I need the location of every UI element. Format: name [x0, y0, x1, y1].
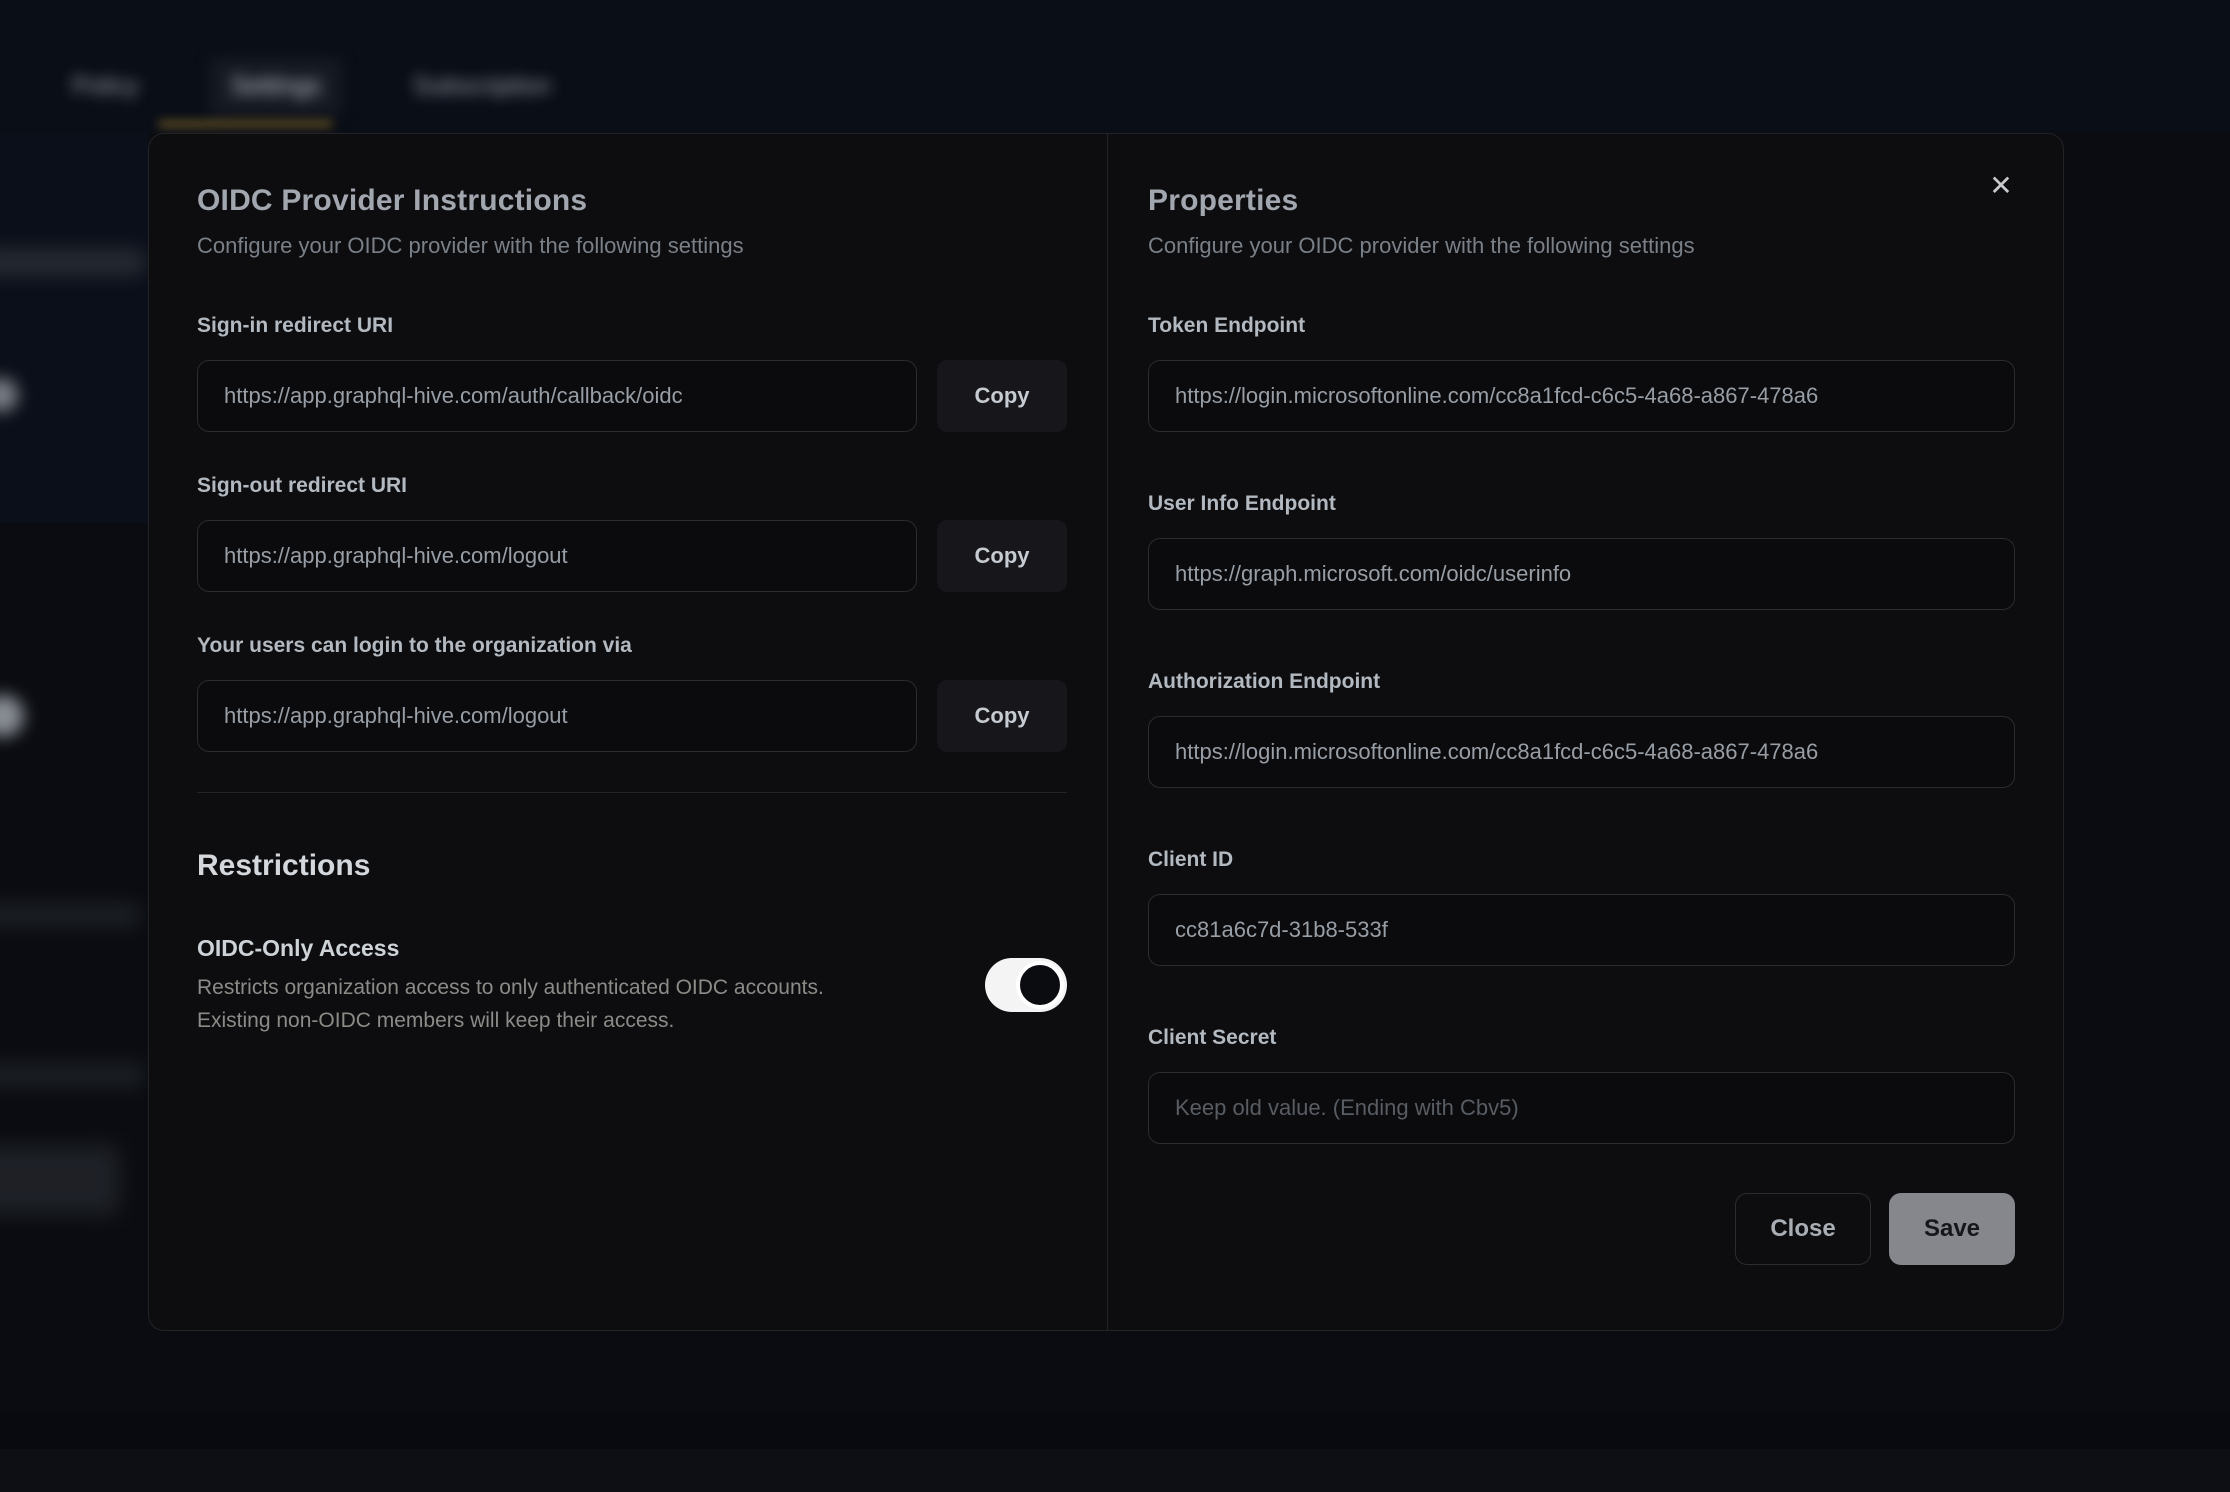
background-bottom-band	[0, 1413, 2230, 1449]
oidc-only-access-text: OIDC-Only Access Restricts organization …	[197, 933, 961, 1037]
oidc-instructions-column: OIDC Provider Instructions Configure you…	[149, 134, 1108, 1330]
tab-settings: Settings	[209, 58, 343, 115]
background-blur-text	[0, 248, 145, 276]
copy-login-via-button[interactable]: Copy	[937, 680, 1067, 752]
tab-policy: Policy	[50, 58, 161, 115]
oidc-only-access-row: OIDC-Only Access Restricts organization …	[197, 933, 1067, 1037]
client-secret-label: Client Secret	[1148, 1024, 2015, 1052]
active-tab-underline	[158, 120, 333, 128]
properties-title: Properties	[1148, 182, 2015, 220]
sign-out-redirect-row: Copy	[197, 520, 1067, 592]
copy-sign-in-button[interactable]: Copy	[937, 360, 1067, 432]
authorization-endpoint-label: Authorization Endpoint	[1148, 668, 2015, 696]
sign-out-redirect-input[interactable]	[197, 520, 917, 592]
login-via-label: Your users can login to the organization…	[197, 632, 1067, 660]
oidc-only-access-toggle[interactable]	[985, 958, 1067, 1012]
client-id-input[interactable]	[1148, 894, 2015, 966]
properties-column: Properties Configure your OIDC provider …	[1108, 134, 2063, 1330]
oidc-settings-modal: ✕ OIDC Provider Instructions Configure y…	[148, 133, 2064, 1331]
background-bottom-strip	[0, 1449, 2230, 1492]
user-info-endpoint-label: User Info Endpoint	[1148, 490, 2015, 518]
sign-in-redirect-input[interactable]	[197, 360, 917, 432]
copy-sign-out-button[interactable]: Copy	[937, 520, 1067, 592]
client-id-label: Client ID	[1148, 846, 2015, 874]
token-endpoint-label: Token Endpoint	[1148, 312, 2015, 340]
sign-in-redirect-label: Sign-in redirect URI	[197, 312, 1067, 340]
background-left-panel	[0, 133, 148, 523]
toggle-thumb	[1016, 961, 1064, 1009]
oidc-only-access-label: OIDC-Only Access	[197, 933, 961, 963]
restrictions-heading: Restrictions	[197, 847, 1067, 885]
description-line-1: Restricts organization access to only au…	[197, 976, 824, 999]
background-blur-button	[0, 1145, 120, 1215]
client-secret-input[interactable]	[1148, 1072, 2015, 1144]
background-blur-text	[0, 902, 140, 928]
token-endpoint-input[interactable]	[1148, 360, 2015, 432]
oidc-only-access-description: Restricts organization access to only au…	[197, 971, 961, 1037]
login-via-input[interactable]	[197, 680, 917, 752]
background-blur-dot	[0, 695, 24, 737]
sign-in-redirect-row: Copy	[197, 360, 1067, 432]
authorization-endpoint-input[interactable]	[1148, 716, 2015, 788]
section-divider	[197, 792, 1067, 793]
close-button[interactable]: Close	[1735, 1193, 1871, 1265]
user-info-endpoint-input[interactable]	[1148, 538, 2015, 610]
instructions-title: OIDC Provider Instructions	[197, 182, 1067, 220]
properties-subtitle: Configure your OIDC provider with the fo…	[1148, 232, 2015, 260]
sign-out-redirect-label: Sign-out redirect URI	[197, 472, 1067, 500]
login-via-row: Copy	[197, 680, 1067, 752]
save-button[interactable]: Save	[1889, 1193, 2015, 1265]
description-line-2: Existing non-OIDC members will keep thei…	[197, 1009, 674, 1032]
background-blur-text	[0, 1062, 145, 1088]
tab-subscription: Subscription	[391, 58, 573, 115]
background-tab-bar: Policy Settings Subscription	[50, 58, 573, 115]
modal-actions: Close Save	[1148, 1193, 2015, 1265]
instructions-subtitle: Configure your OIDC provider with the fo…	[197, 232, 1067, 260]
